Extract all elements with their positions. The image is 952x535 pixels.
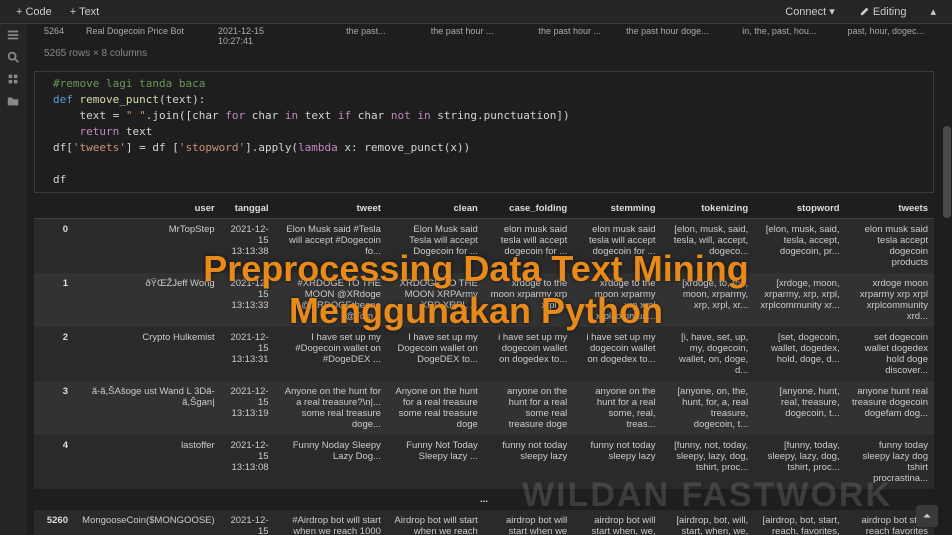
table-row: 3ã-ã,ŠAšoge ust Wand L 3Dã-ã,Šgan|2021-1… [34,381,934,435]
previous-output: [ ] 5264 Real Dogecoin Price Bot 2021-12… [26,24,942,65]
code-editor[interactable]: #remove lagi tanda baca def remove_punct… [45,72,933,192]
sidebar [0,24,26,535]
scroll-top-button[interactable] [916,505,938,527]
table-row: 2Crypto Hulkemist2021-12-15 13:13:31I ha… [34,327,934,381]
table-row: 0MrTopStep2021-12-15 13:13:38Elon Musk s… [34,219,934,274]
column-header: case_folding [484,199,573,219]
table-row: 5260MongooseCoin($MONGOOSE)2021-12-15 10… [34,510,934,535]
column-header: stemming [573,199,661,219]
menu-chevron-icon[interactable]: ▴ [922,3,944,20]
ellipsis-row: ... [34,489,934,510]
column-header: user [74,199,221,219]
search-icon[interactable] [6,50,20,64]
rows-meta: 5265 rows × 8 columns [44,48,924,59]
column-header [34,199,74,219]
pencil-icon [859,7,869,17]
scrollbar-vertical[interactable] [942,24,952,535]
toc-icon[interactable] [6,28,20,42]
dataframe-table: usertanggaltweetcleancase_foldingstemmin… [34,199,934,535]
column-header: clean [387,199,484,219]
table-row: 4lastoffer2021-12-15 13:13:08Funny Noday… [34,435,934,489]
add-code-button[interactable]: + Code [8,4,60,20]
code-cell[interactable]: [ ] #remove lagi tanda baca def remove_p… [34,71,934,193]
column-header: stopword [754,199,845,219]
table-row: 1ðŸŒŽJeff Wong2021-12-15 13:13:33#XRDOGE… [34,273,934,327]
chevron-up-icon [921,510,933,522]
column-header: tweets [846,199,934,219]
main-area: [ ] 5264 Real Dogecoin Price Bot 2021-12… [26,24,942,535]
toolbar: + Code + Text Connect ▾ Editing ▴ [0,0,952,24]
column-header: tweet [275,199,387,219]
folder-icon[interactable] [6,94,20,108]
connect-button[interactable]: Connect ▾ [777,3,843,20]
add-text-button[interactable]: + Text [62,4,107,20]
scrollbar-thumb[interactable] [943,126,951,218]
column-header: tokenizing [662,199,755,219]
variables-icon[interactable] [6,72,20,86]
chevron-down-icon: ▾ [829,6,835,18]
column-header: tanggal [221,199,275,219]
dataframe-output: usertanggaltweetcleancase_foldingstemmin… [34,199,934,535]
editing-button[interactable]: Editing [851,4,915,20]
